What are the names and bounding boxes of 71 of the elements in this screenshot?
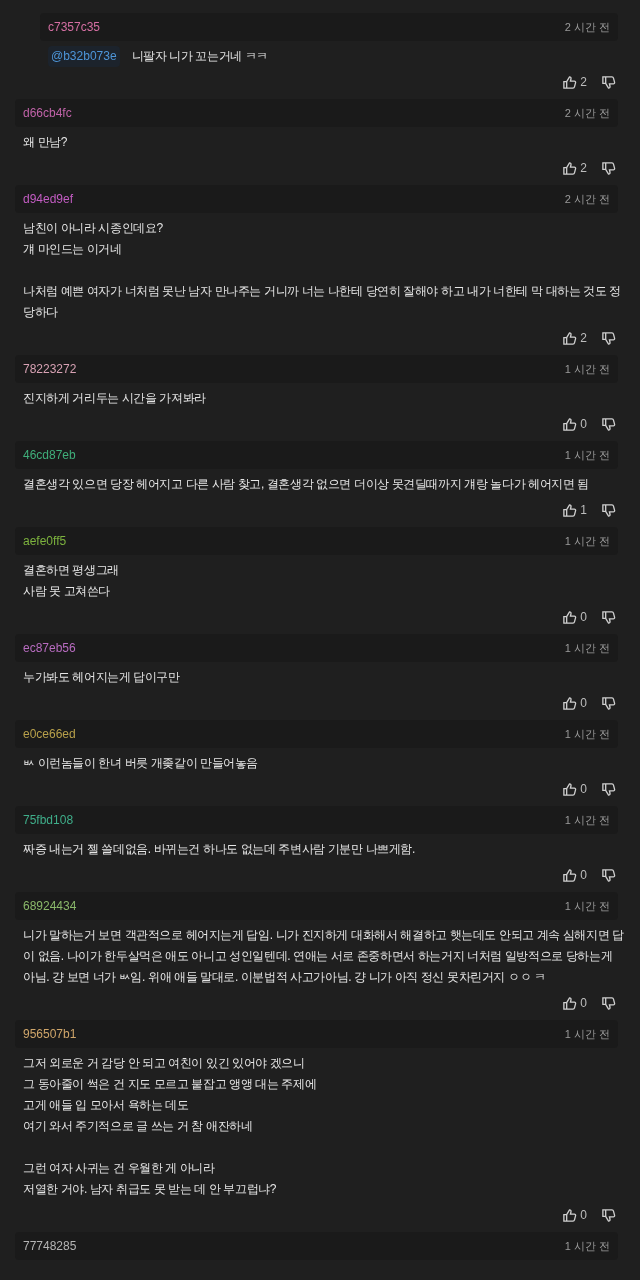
author-name[interactable]: d66cb4fc <box>23 104 72 122</box>
timestamp: 1 시간 전 <box>564 533 610 549</box>
like-count: 0 <box>580 995 587 1012</box>
like-count: 2 <box>580 160 587 177</box>
comment-text: 나처럼 예쁜 여자가 너처럼 못난 남자 만나주는 거니까 너는 나한테 당연히 잘해야 하고 내가 너한테 막 대하는 것도 정당하다 <box>23 283 622 321</box>
timestamp: 1 시간 전 <box>564 1026 610 1042</box>
author-name[interactable]: ec87eb56 <box>23 639 76 657</box>
comment-text: 진지하게 거리두는 시간을 가져봐라 <box>23 390 206 407</box>
like-count: 0 <box>580 781 587 798</box>
thumbs-up-icon[interactable] <box>562 609 578 625</box>
timestamp: 1 시간 전 <box>564 640 610 656</box>
thumbs-up-icon[interactable] <box>562 995 578 1011</box>
like-count: 1 <box>580 502 587 519</box>
timestamp: 2 시간 전 <box>564 191 610 207</box>
author-name[interactable]: d94ed9ef <box>23 190 74 208</box>
thumbs-down-icon[interactable] <box>601 160 616 176</box>
timestamp: 2 시간 전 <box>564 19 610 35</box>
thumbs-down-icon[interactable] <box>601 502 616 518</box>
author-name[interactable]: 68924434 <box>23 897 77 915</box>
like-count: 0 <box>580 416 587 433</box>
author-name[interactable]: 77748285 <box>23 1237 77 1255</box>
thumbs-down-icon[interactable] <box>601 330 616 346</box>
like-count: 2 <box>580 74 587 91</box>
comment-text: 결혼생각 있으면 당장 헤어지고 다른 사람 찾고, 결혼생각 없으면 더이상 못견딜때까지 걔랑 놀다가 헤어지면 됨 <box>23 476 589 493</box>
timestamp: 1 시간 전 <box>564 447 610 463</box>
comment-text: 그저 외로운 거 감당 안 되고 여친이 있긴 있어야 겠으니 그 동아줄이 썩은 건 지도 모르고 붙잡고 앵앵 대는 주제에 고게 애들 입 모아서 욕하는 데도 여기 와서 주기적으로 글 쓰는 거 참 애잔하네 <box>23 1055 317 1135</box>
comment-text: 니가 말하는거 보면 객관적으로 헤어지는게 답임. 니가 진지하게 대화해서 해결하고 햇는데도 안되고 계속 심해지면 답이 없음. 나이가 한두살먹은 애도 아니고 성인일텐데. 연애는 서로 존중하면서 하는거지 너처럼 일방적으로 당하는게 아님. 걍 보면 너가 ㅄ임. 위애 애들 말대로. 이분법적 사고가아님. 걍 니가 아직 정신 못차린거지 ㅇㅇ ㅋ <box>23 927 624 986</box>
comment-text: 남친이 아니라 시종인데요? 걔 마인드는 이거네 <box>23 220 163 258</box>
like-count: 2 <box>580 330 587 347</box>
author-name[interactable]: e0ce66ed <box>23 725 76 743</box>
author-name[interactable]: c7357c35 <box>48 18 101 36</box>
author-name[interactable]: 46cd87eb <box>23 446 76 464</box>
timestamp: 1 시간 전 <box>564 898 610 914</box>
author-name[interactable]: aefe0ff5 <box>23 532 67 550</box>
thumbs-down-icon[interactable] <box>601 1207 616 1223</box>
thumbs-down-icon[interactable] <box>601 609 616 625</box>
thumbs-up-icon[interactable] <box>562 1207 578 1223</box>
thumbs-down-icon[interactable] <box>601 416 616 432</box>
comment-text: 결혼하면 평생그래 사람 못 고쳐쓴다 <box>23 562 119 600</box>
thumbs-up-icon[interactable] <box>562 330 578 346</box>
author-name[interactable]: 956507b1 <box>23 1025 77 1043</box>
thumbs-down-icon[interactable] <box>601 867 616 883</box>
thumbs-down-icon[interactable] <box>601 781 616 797</box>
thumbs-up-icon[interactable] <box>562 74 578 90</box>
comment-text: 니팔자 니가 꼬는거네 ㅋㅋ <box>131 48 268 65</box>
like-count: 0 <box>580 1207 587 1224</box>
thumbs-up-icon[interactable] <box>562 416 578 432</box>
comment-text: ㅄ 이런놈들이 한녀 버릇 개좆같이 만들어놓음 <box>23 755 259 772</box>
like-count: 0 <box>580 609 587 626</box>
timestamp: 1 시간 전 <box>564 812 610 828</box>
comment-text: 그런 여자 사귀는 건 우월한 게 아니라 저열한 거야. 남자 취급도 못 받는 데 안 부끄럽냐? <box>23 1160 277 1198</box>
timestamp: 2 시간 전 <box>564 105 610 121</box>
timestamp: 1 시간 전 <box>564 1238 610 1254</box>
comment-text: 짜증 내는거 젤 쓸데없음. 바뀌는건 하나도 없는데 주변사람 기분만 나쁘게함. <box>23 841 415 858</box>
thumbs-down-icon[interactable] <box>601 995 616 1011</box>
like-count: 0 <box>580 695 587 712</box>
like-count: 0 <box>580 867 587 884</box>
author-name[interactable]: 78223272 <box>23 360 77 378</box>
timestamp: 1 시간 전 <box>564 726 610 742</box>
thumbs-up-icon[interactable] <box>562 867 578 883</box>
thumbs-up-icon[interactable] <box>562 695 578 711</box>
thumbs-down-icon[interactable] <box>601 74 616 90</box>
author-name[interactable]: 75fbd108 <box>23 811 74 829</box>
timestamp: 1 시간 전 <box>564 361 610 377</box>
thumbs-up-icon[interactable] <box>562 160 578 176</box>
comment-text: 왜 만남? <box>23 134 67 151</box>
comment-text: 누가봐도 헤어지는게 답이구만 <box>23 669 180 686</box>
thumbs-down-icon[interactable] <box>601 695 616 711</box>
thumbs-up-icon[interactable] <box>562 781 578 797</box>
mention-tag[interactable]: @b32b073e <box>48 46 120 67</box>
thumbs-up-icon[interactable] <box>562 502 578 518</box>
